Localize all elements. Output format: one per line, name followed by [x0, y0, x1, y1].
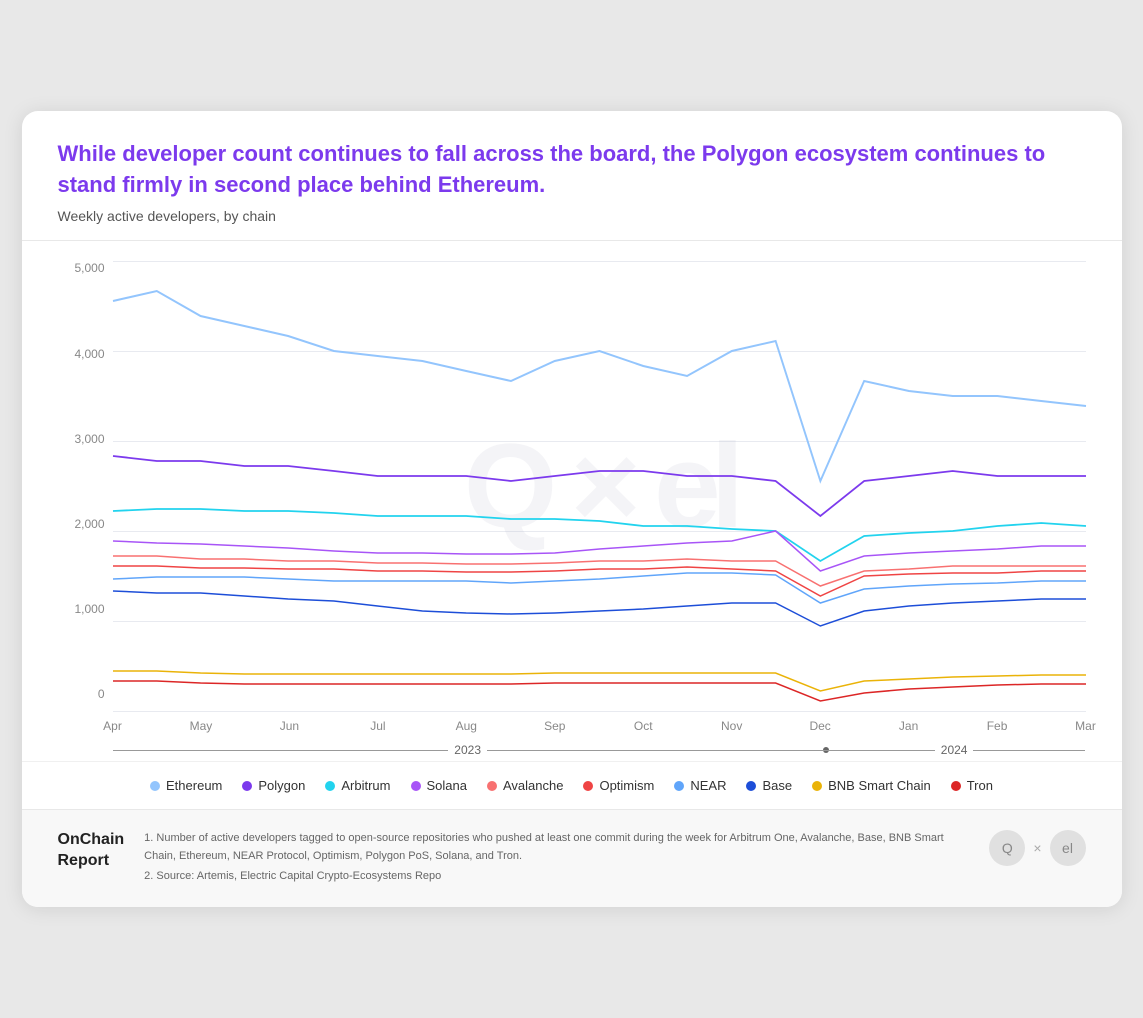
legend-label: Polygon — [258, 778, 305, 793]
card-header: While developer count continues to fall … — [22, 111, 1122, 242]
x-axis-label: Oct — [634, 719, 653, 733]
x-axis-label: Jul — [370, 719, 385, 733]
x-axis-label: Dec — [809, 719, 830, 733]
legend-label: NEAR — [690, 778, 726, 793]
optimism-line — [113, 566, 1086, 596]
solana-line — [113, 531, 1086, 571]
footer-note-2: 2. Source: Artemis, Electric Capital Cry… — [144, 868, 969, 886]
legend-label: Avalanche — [503, 778, 563, 793]
chart-area: 5,000 4,000 3,000 2,000 1,000 0 Q × el — [22, 241, 1122, 761]
legend-label: Solana — [427, 778, 467, 793]
legend-dot — [242, 781, 252, 791]
x-axis-label: Apr — [103, 719, 122, 733]
legend-dot — [487, 781, 497, 791]
arbitrum-line — [113, 509, 1086, 561]
legend-dot — [325, 781, 335, 791]
footer-icons: Q × el — [989, 830, 1085, 866]
year-2023-label: 2023 — [454, 743, 481, 757]
year-2023-section: 2023 — [113, 743, 823, 757]
x-axis-label: Nov — [721, 719, 742, 733]
legend-dot — [812, 781, 822, 791]
legend-item: Polygon — [242, 778, 305, 793]
year-line-2024-right — [973, 750, 1085, 751]
legend-label: BNB Smart Chain — [828, 778, 931, 793]
legend-label: Optimism — [599, 778, 654, 793]
x-axis-label: Mar — [1075, 719, 1096, 733]
chart-lines-svg — [113, 261, 1086, 711]
footer-notes: 1. Number of active developers tagged to… — [144, 830, 969, 887]
polygon-line — [113, 456, 1086, 516]
legend-dot — [411, 781, 421, 791]
legend: Ethereum Polygon Arbitrum Solana Avalanche Op… — [22, 761, 1122, 809]
legend-label: Tron — [967, 778, 993, 793]
legend-item: Base — [746, 778, 792, 793]
x-axis-label: Feb — [987, 719, 1008, 733]
base-line — [113, 591, 1086, 626]
footer-brand: OnChainReport — [58, 830, 125, 872]
legend-dot — [583, 781, 593, 791]
chart-title: While developer count continues to fall … — [58, 139, 1086, 201]
y-axis-label: 5,000 — [74, 261, 104, 275]
year-bar: 2023 2024 — [113, 739, 1086, 761]
chart-container: 5,000 4,000 3,000 2,000 1,000 0 Q × el — [58, 261, 1086, 761]
footer-icon-e: el — [1050, 830, 1086, 866]
chart-subtitle: Weekly active developers, by chain — [58, 208, 1086, 224]
legend-item: Solana — [411, 778, 467, 793]
year-line-left — [113, 750, 449, 751]
footer: OnChainReport 1. Number of active develo… — [22, 809, 1122, 907]
avalanche-line — [113, 556, 1086, 586]
footer-icon-times: × — [1033, 840, 1041, 856]
y-axis-label: 3,000 — [74, 432, 104, 446]
legend-item: Avalanche — [487, 778, 563, 793]
legend-item: Arbitrum — [325, 778, 390, 793]
x-axis-label: Jun — [280, 719, 299, 733]
x-axis-label: Jan — [899, 719, 918, 733]
y-axis-label: 0 — [98, 687, 105, 701]
y-axis-label: 1,000 — [74, 602, 104, 616]
year-line-right — [487, 750, 823, 751]
legend-item: BNB Smart Chain — [812, 778, 931, 793]
year-2024-section: 2024 — [823, 743, 1086, 757]
legend-item: Ethereum — [150, 778, 222, 793]
x-axis-label: Sep — [544, 719, 565, 733]
legend-item: Tron — [951, 778, 993, 793]
legend-item: NEAR — [674, 778, 726, 793]
legend-label: Arbitrum — [341, 778, 390, 793]
near-line — [113, 573, 1086, 603]
x-axis-label: Aug — [456, 719, 477, 733]
legend-dot — [746, 781, 756, 791]
footer-icon-q: Q — [989, 830, 1025, 866]
report-card: While developer count continues to fall … — [22, 111, 1122, 907]
year-2024-label: 2024 — [941, 743, 968, 757]
legend-dot — [951, 781, 961, 791]
y-axis-label: 2,000 — [74, 517, 104, 531]
y-axis: 5,000 4,000 3,000 2,000 1,000 0 — [58, 261, 113, 711]
plot-area: Q × el — [113, 261, 1086, 711]
y-axis-label: 4,000 — [74, 347, 104, 361]
legend-item: Optimism — [583, 778, 654, 793]
year-line-2024-left — [823, 750, 935, 751]
legend-dot — [150, 781, 160, 791]
x-axis-label: May — [190, 719, 213, 733]
tron-line — [113, 681, 1086, 701]
ethereum-line — [113, 291, 1086, 481]
footer-note-1: 1. Number of active developers tagged to… — [144, 830, 969, 865]
legend-label: Ethereum — [166, 778, 222, 793]
legend-label: Base — [762, 778, 792, 793]
legend-dot — [674, 781, 684, 791]
